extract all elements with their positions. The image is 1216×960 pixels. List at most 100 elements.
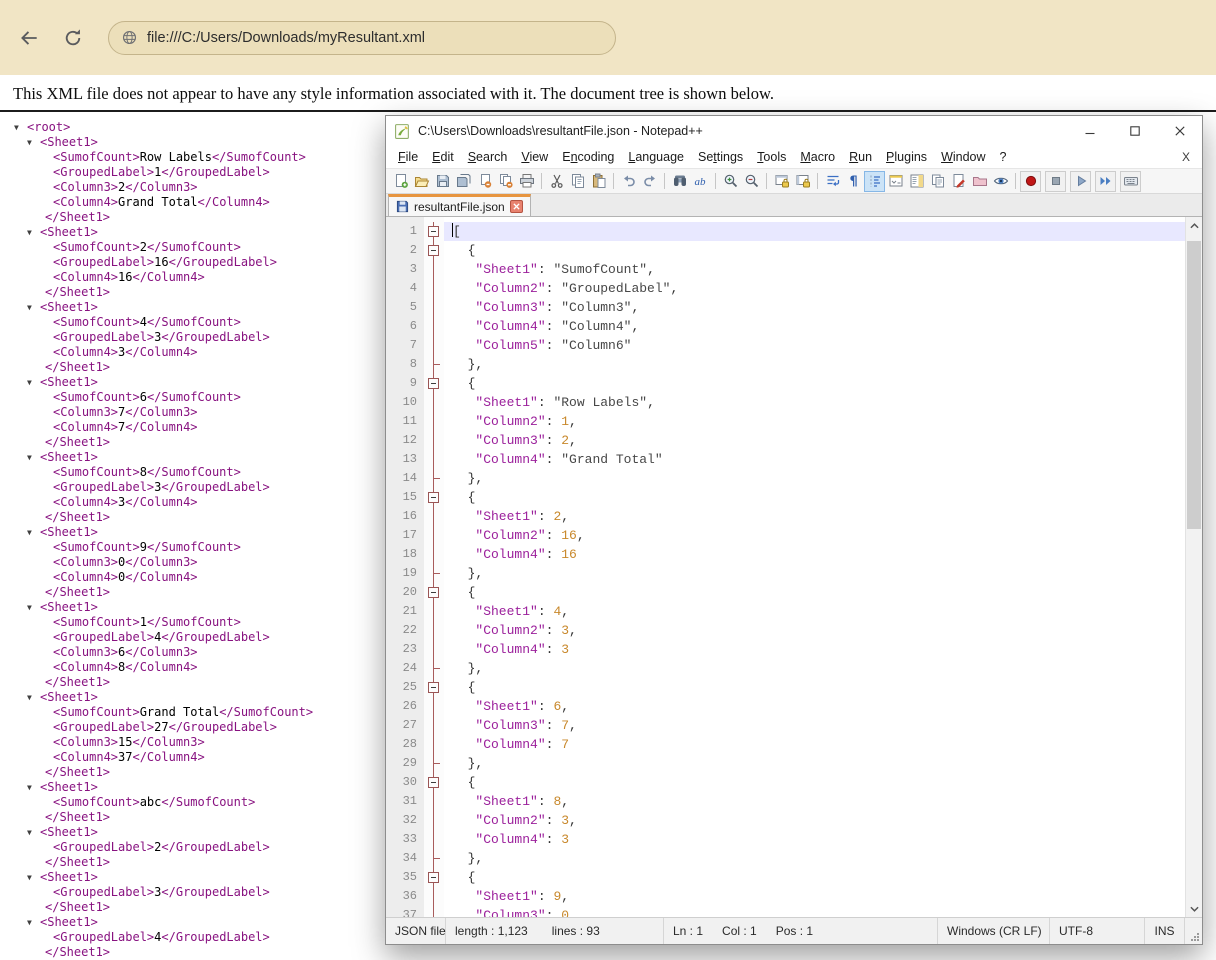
maximize-button[interactable] — [1112, 116, 1157, 146]
code-line[interactable]: "Sheet1": 4, — [444, 602, 1202, 621]
zoom-out-button[interactable] — [741, 171, 762, 192]
code-line[interactable]: }, — [444, 355, 1202, 374]
code-line[interactable]: "Sheet1": 2, — [444, 507, 1202, 526]
find-button[interactable] — [669, 171, 690, 192]
scroll-up-icon[interactable] — [1186, 218, 1202, 233]
document-list-button[interactable] — [927, 171, 948, 192]
code-line[interactable]: "Sheet1": 6, — [444, 697, 1202, 716]
code-line[interactable]: "Column2": 3, — [444, 811, 1202, 830]
code-line[interactable]: "Column2": 16, — [444, 526, 1202, 545]
code-line[interactable]: "Column4": 7 — [444, 735, 1202, 754]
show-all-characters-button[interactable]: ¶ — [843, 171, 864, 192]
code-area[interactable]: 1[2 {3 "Sheet1": "SumofCount",4 "Column2… — [386, 217, 1202, 917]
user-defined-language-button[interactable] — [885, 171, 906, 192]
macro-play-button[interactable] — [1070, 171, 1091, 192]
fold-toggle-icon[interactable] — [428, 245, 439, 256]
code-line[interactable]: }, — [444, 754, 1202, 773]
word-wrap-button[interactable] — [822, 171, 843, 192]
fold-toggle-icon[interactable] — [428, 492, 439, 503]
code-line[interactable]: }, — [444, 659, 1202, 678]
code-line[interactable]: { — [444, 678, 1202, 697]
code-line[interactable]: "Column3": 2, — [444, 431, 1202, 450]
menu-settings[interactable]: Settings — [691, 148, 750, 166]
code-line[interactable]: { — [444, 374, 1202, 393]
open-file-button[interactable] — [411, 171, 432, 192]
menu-tools[interactable]: Tools — [750, 148, 793, 166]
code-line[interactable]: }, — [444, 849, 1202, 868]
menu-macro[interactable]: Macro — [793, 148, 842, 166]
new-file-button[interactable] — [390, 171, 411, 192]
tree-collapse-arrow-icon[interactable]: ▼ — [27, 225, 40, 240]
sync-scroll-horizontal-button[interactable] — [792, 171, 813, 192]
zoom-in-button[interactable] — [720, 171, 741, 192]
fold-toggle-icon[interactable] — [428, 378, 439, 389]
tree-collapse-arrow-icon[interactable]: ▼ — [27, 135, 40, 150]
code-line[interactable]: { — [444, 488, 1202, 507]
code-line[interactable]: "Column3": 0, — [444, 906, 1202, 917]
macro-record-button[interactable] — [1020, 171, 1041, 192]
tree-collapse-arrow-icon[interactable]: ▼ — [27, 300, 40, 315]
menu-plugins[interactable]: Plugins — [879, 148, 934, 166]
cut-button[interactable] — [546, 171, 567, 192]
tree-collapse-arrow-icon[interactable]: ▼ — [14, 120, 27, 135]
menu-search[interactable]: Search — [461, 148, 515, 166]
code-line[interactable]: "Column2": 1, — [444, 412, 1202, 431]
code-line[interactable]: "Column4": "Grand Total" — [444, 450, 1202, 469]
code-line[interactable]: "Column5": "Column6" — [444, 336, 1202, 355]
code-line[interactable]: { — [444, 868, 1202, 887]
menu-file[interactable]: File — [391, 148, 425, 166]
tree-collapse-arrow-icon[interactable]: ▼ — [27, 450, 40, 465]
menu-close-button[interactable]: X — [1182, 150, 1202, 164]
print-button[interactable] — [516, 171, 537, 192]
close-button[interactable] — [1157, 116, 1202, 146]
function-list-button[interactable] — [948, 171, 969, 192]
fold-toggle-icon[interactable] — [428, 872, 439, 883]
folder-as-workspace-button[interactable] — [969, 171, 990, 192]
code-line[interactable]: "Column4": "Column4", — [444, 317, 1202, 336]
minimize-button[interactable] — [1067, 116, 1112, 146]
code-line[interactable]: "Column3": 7, — [444, 716, 1202, 735]
fold-toggle-icon[interactable] — [428, 226, 439, 237]
replace-button[interactable]: ab — [690, 171, 711, 192]
menu-window[interactable]: Window — [934, 148, 992, 166]
macro-stop-button[interactable] — [1045, 171, 1066, 192]
tree-collapse-arrow-icon[interactable]: ▼ — [27, 375, 40, 390]
document-map-button[interactable] — [906, 171, 927, 192]
resize-grip-icon[interactable] — [1185, 918, 1202, 944]
sync-scroll-vertical-button[interactable] — [771, 171, 792, 192]
code-line[interactable]: "Column3": "Column3", — [444, 298, 1202, 317]
menu-edit[interactable]: Edit — [425, 148, 461, 166]
menu-view[interactable]: View — [514, 148, 555, 166]
save-all-button[interactable] — [453, 171, 474, 192]
undo-button[interactable] — [618, 171, 639, 192]
scroll-down-icon[interactable] — [1186, 901, 1202, 916]
tree-collapse-arrow-icon[interactable]: ▼ — [27, 525, 40, 540]
menu-help[interactable]: ? — [993, 148, 1014, 166]
code-line[interactable]: { — [444, 583, 1202, 602]
tree-collapse-arrow-icon[interactable]: ▼ — [27, 690, 40, 705]
code-line[interactable]: "Sheet1": 8, — [444, 792, 1202, 811]
fold-toggle-icon[interactable] — [428, 587, 439, 598]
fold-toggle-icon[interactable] — [428, 777, 439, 788]
close-file-button[interactable] — [474, 171, 495, 192]
copy-button[interactable] — [567, 171, 588, 192]
code-line[interactable]: "Column2": 3, — [444, 621, 1202, 640]
code-line[interactable]: "Column4": 16 — [444, 545, 1202, 564]
code-line[interactable]: { — [444, 241, 1202, 260]
back-icon[interactable] — [16, 25, 42, 51]
vertical-scrollbar[interactable] — [1185, 217, 1202, 917]
paste-button[interactable] — [588, 171, 609, 192]
code-line[interactable]: }, — [444, 564, 1202, 583]
tree-collapse-arrow-icon[interactable]: ▼ — [27, 870, 40, 885]
menu-encoding[interactable]: Encoding — [555, 148, 621, 166]
address-bar[interactable]: file:///C:/Users/Downloads/myResultant.x… — [108, 21, 616, 55]
indent-guide-button[interactable] — [864, 171, 885, 192]
fold-toggle-icon[interactable] — [428, 682, 439, 693]
tree-collapse-arrow-icon[interactable]: ▼ — [27, 915, 40, 930]
scrollbar-thumb[interactable] — [1187, 241, 1201, 529]
code-line[interactable]: }, — [444, 469, 1202, 488]
tree-collapse-arrow-icon[interactable]: ▼ — [27, 600, 40, 615]
code-line[interactable]: "Sheet1": 9, — [444, 887, 1202, 906]
save-button[interactable] — [432, 171, 453, 192]
tree-collapse-arrow-icon[interactable]: ▼ — [27, 780, 40, 795]
